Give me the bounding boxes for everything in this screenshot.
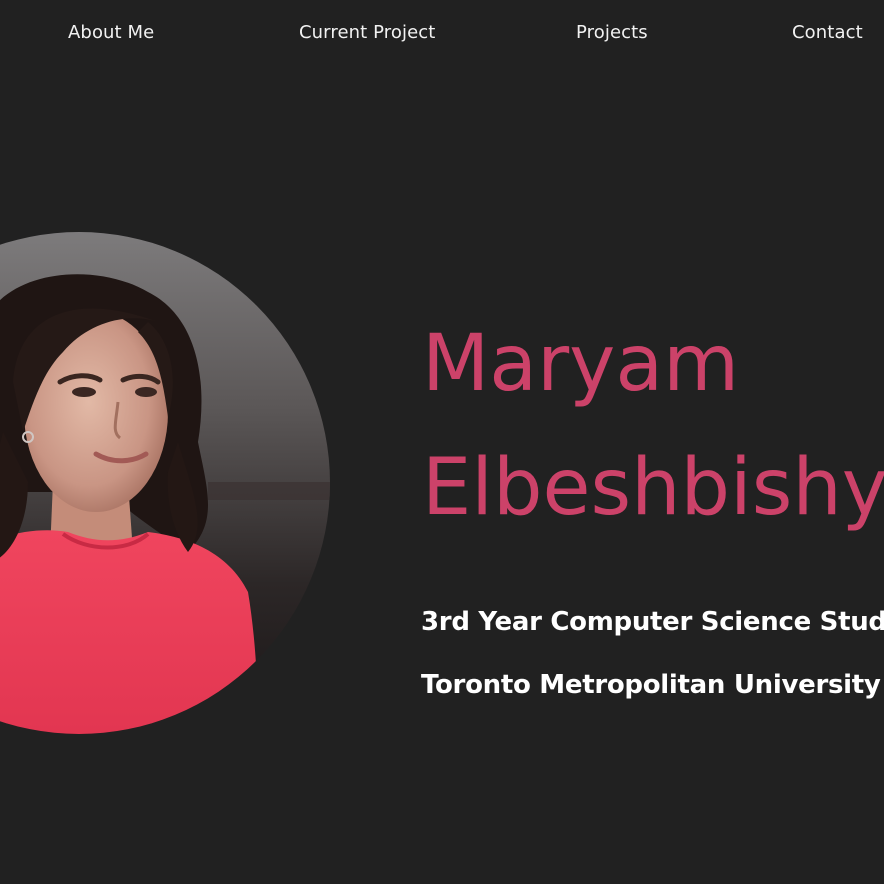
nav-projects[interactable]: Projects <box>576 22 648 43</box>
hero-name-last: Elbeshbishy <box>422 443 884 533</box>
nav-current-project[interactable]: Current Project <box>299 22 435 43</box>
hero-name: Maryam Elbeshbishy <box>422 302 884 550</box>
page: About Me Current Project Projects Contac… <box>0 0 884 884</box>
hero-name-first: Maryam <box>422 319 740 409</box>
hero-subtitle-program: 3rd Year Computer Science Student <box>421 607 884 637</box>
profile-photo-illustration <box>0 232 330 734</box>
top-nav: About Me Current Project Projects Contac… <box>0 0 884 70</box>
nav-about-me[interactable]: About Me <box>68 22 154 43</box>
nav-contact[interactable]: Contact <box>792 22 863 43</box>
hero-subtitle-university: Toronto Metropolitan University (Ryerson… <box>421 670 884 700</box>
profile-photo <box>0 232 330 734</box>
